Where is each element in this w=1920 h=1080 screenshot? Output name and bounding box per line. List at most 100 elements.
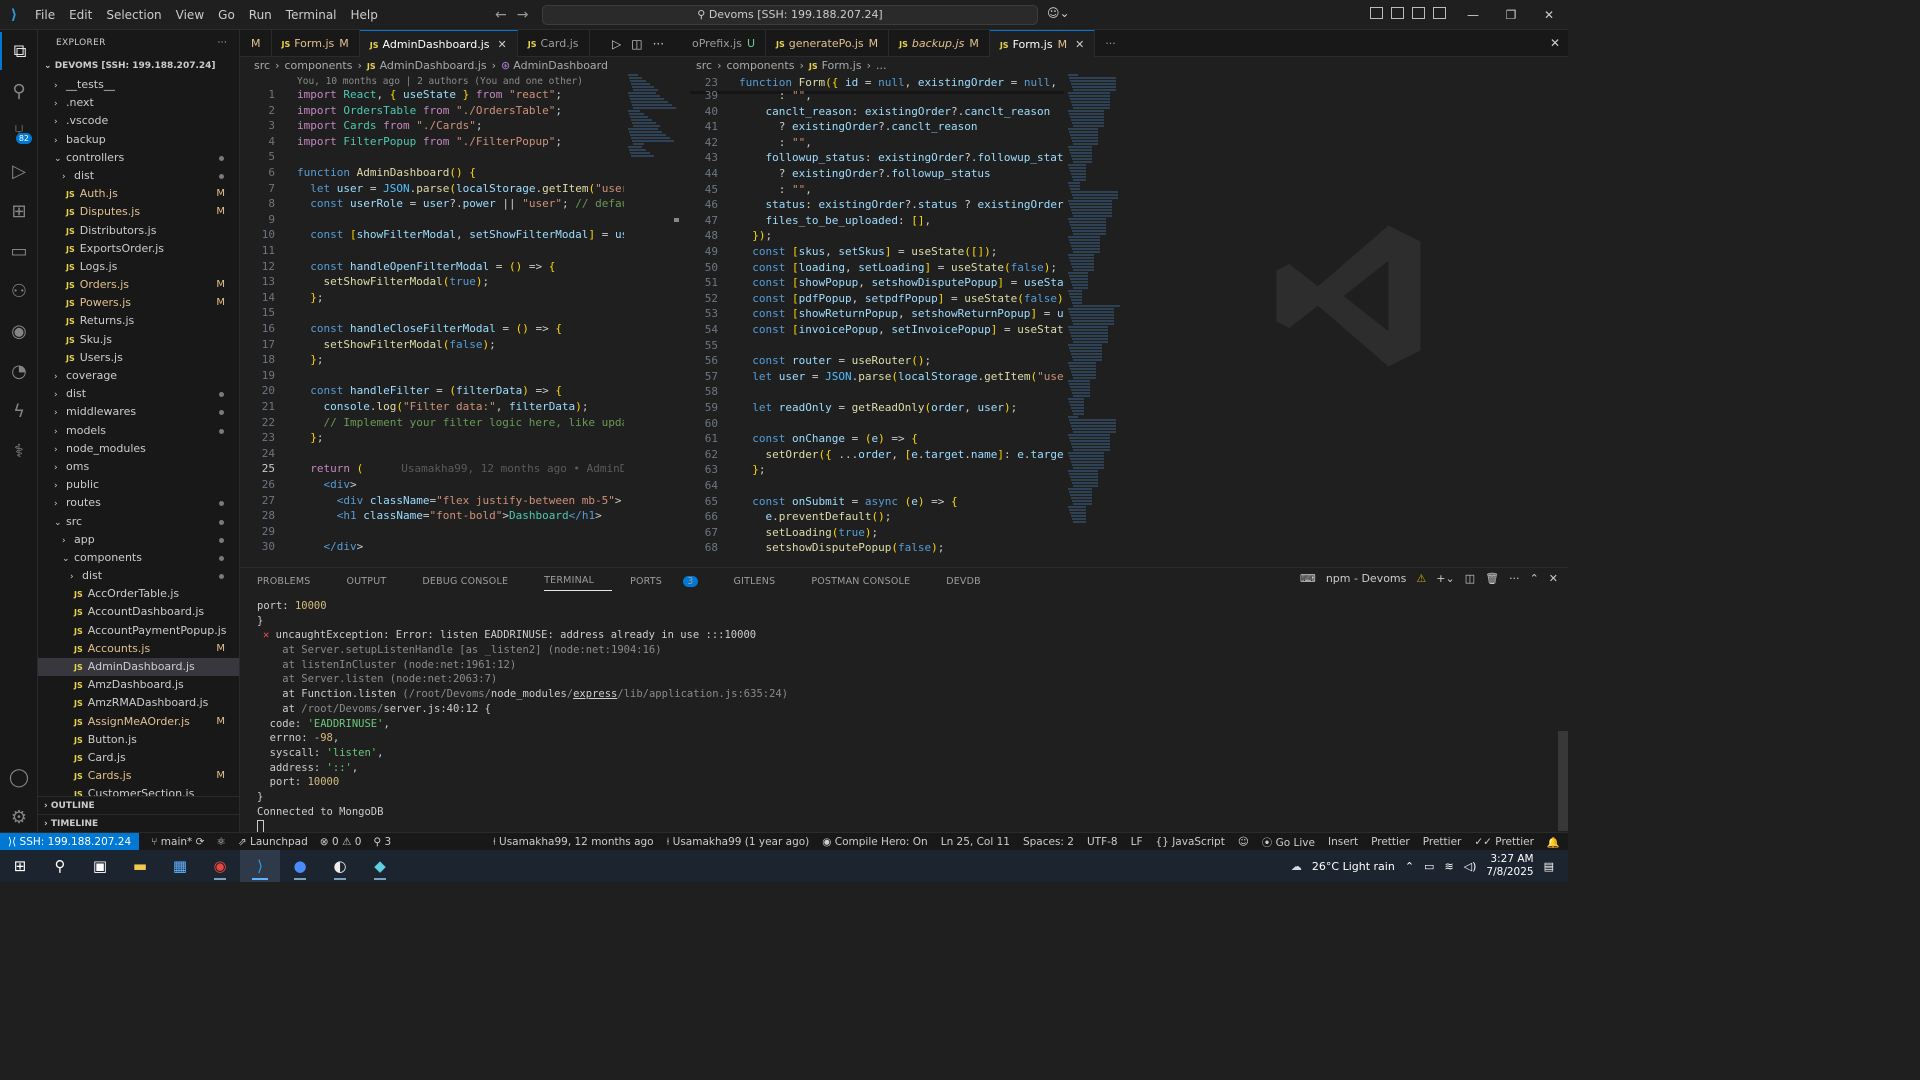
run-debug-icon[interactable]: ▷: [0, 152, 38, 190]
code-line[interactable]: setshowDisputePopup(false);: [739, 541, 945, 554]
zoom-icon[interactable]: ●: [280, 850, 320, 882]
file-item[interactable]: JS AmzRMADashboard.js: [38, 694, 239, 712]
terminal-scrollbar[interactable]: [1558, 731, 1568, 831]
code-line[interactable]: let readOnly = getReadOnly(order, user);: [739, 401, 1017, 414]
file-item[interactable]: JS Distributors.js: [38, 222, 239, 240]
extensions-icon[interactable]: ⊞: [0, 192, 38, 230]
windows-start-icon[interactable]: ⊞: [0, 850, 40, 882]
code-line[interactable]: followup_status: existingOrder?.followup…: [739, 151, 1065, 164]
encoding[interactable]: UTF-8: [1087, 836, 1118, 848]
weather-icon[interactable]: ☁: [1291, 860, 1302, 873]
menu-go[interactable]: Go: [211, 0, 242, 30]
code-line[interactable]: </div>: [297, 540, 364, 553]
panel-tab-ports[interactable]: PORTS 3: [630, 575, 715, 587]
weather-label[interactable]: 26°C Light rain: [1312, 860, 1395, 873]
line-ending[interactable]: LF: [1131, 836, 1143, 848]
file-item[interactable]: JS Orders.js M: [38, 276, 239, 294]
code-line[interactable]: setShowFilterModal(false);: [297, 338, 496, 351]
more-actions-icon[interactable]: ···: [1509, 572, 1520, 585]
app-icon[interactable]: ◐: [320, 850, 360, 882]
code-line[interactable]: const [skus, setSkus] = useState([]);: [739, 245, 997, 258]
notification-center-icon[interactable]: ▤: [1544, 860, 1554, 873]
folder-item[interactable]: › backup: [38, 131, 239, 149]
menu-help[interactable]: Help: [344, 0, 385, 30]
blame-line-item[interactable]: ⍿ Usamakha99, 12 months ago: [493, 836, 654, 849]
split-editor-icon[interactable]: ◫: [631, 37, 642, 51]
toggle-secondary-sidebar-icon[interactable]: [1433, 7, 1446, 19]
code-line[interactable]: };: [297, 291, 323, 304]
python-icon[interactable]: ⚕: [0, 432, 38, 470]
more-actions-icon[interactable]: ···: [653, 37, 664, 51]
files-icon[interactable]: ⧉: [0, 32, 38, 70]
panel-tab-output[interactable]: OUTPUT: [346, 576, 404, 587]
editor-tab[interactable]: JS AdminDashboard.js ✕: [359, 30, 518, 57]
code-line[interactable]: ? existingOrder?.followup_status: [739, 167, 991, 180]
forward-arrow-icon[interactable]: →: [517, 7, 529, 23]
prettier-item-3[interactable]: ✓✓ Prettier: [1474, 836, 1534, 848]
task-view-icon[interactable]: ▣: [80, 850, 120, 882]
trash-icon[interactable]: 🗑: [1485, 572, 1499, 585]
code-line[interactable]: const [showPopup, setshowDisputePopup] =…: [739, 276, 1064, 289]
minimap-left[interactable]: [628, 74, 676, 174]
file-item[interactable]: JS Logs.js: [38, 258, 239, 276]
code-line[interactable]: const router = useRouter();: [739, 354, 931, 367]
timeline-section[interactable]: › TIMELINE: [38, 814, 239, 832]
folder-item[interactable]: ⌄ components: [38, 549, 239, 567]
file-item[interactable]: JS AccountPaymentPopup.js: [38, 622, 239, 640]
code-line[interactable]: const onChange = (e) => {: [739, 432, 918, 445]
code-line[interactable]: import React, { useState } from "react";: [297, 88, 562, 101]
close-group-icon[interactable]: ✕: [1550, 36, 1560, 50]
prettier-item-1[interactable]: Prettier: [1371, 836, 1410, 848]
menu-run[interactable]: Run: [242, 0, 279, 30]
breadcrumb-item[interactable]: Form.js: [822, 59, 862, 72]
code-line[interactable]: canclt_reason: existingOrder?.canclt_rea…: [739, 105, 1051, 118]
source-control-icon[interactable]: ⑂ 82: [0, 112, 38, 150]
wifi-icon[interactable]: ≋: [1444, 860, 1453, 873]
file-explorer-icon[interactable]: ▬: [120, 850, 160, 882]
code-line[interactable]: ? existingOrder?.canclt_reason: [739, 120, 978, 133]
volume-icon[interactable]: ◁): [1464, 860, 1477, 873]
language-mode[interactable]: {} JavaScript: [1156, 836, 1225, 848]
editor-tab[interactable]: oPrefix.js U: [682, 30, 767, 57]
file-item[interactable]: JS Sku.js: [38, 331, 239, 349]
git-graph-icon[interactable]: ⚛: [216, 836, 225, 848]
editor-tab[interactable]: M: [240, 30, 272, 57]
copilot-status-icon[interactable]: ☺: [1238, 836, 1249, 848]
code-line[interactable]: files_to_be_uploaded: [],: [739, 214, 932, 227]
remote-indicator[interactable]: ⟩⟨ SSH: 199.188.207.24: [0, 832, 140, 851]
editor-tab[interactable]: JS Form.js M ✕: [989, 30, 1096, 57]
code-line[interactable]: <h1 className="font-bold">Dashboard</h1>: [297, 509, 602, 522]
terminal-path[interactable]: node_modules: [491, 688, 567, 700]
menu-file[interactable]: File: [28, 0, 62, 30]
file-item[interactable]: JS AdminDashboard.js: [38, 658, 239, 677]
customize-layout-icon[interactable]: [1370, 7, 1383, 19]
app2-icon[interactable]: ◆: [360, 850, 400, 882]
code-line[interactable]: const [showReturnPopup, setshowReturnPop…: [739, 307, 1064, 320]
code-line[interactable]: : "",: [739, 183, 812, 196]
battery-icon[interactable]: ▭: [1424, 860, 1434, 873]
terminal-link[interactable]: express: [573, 688, 617, 700]
code-line[interactable]: function AdminDashboard() {: [297, 166, 476, 179]
minimap-right[interactable]: [1068, 74, 1120, 534]
launchpad-item[interactable]: ⇗ Launchpad: [238, 836, 308, 848]
file-item[interactable]: JS Powers.js M: [38, 294, 239, 312]
code-line[interactable]: const [invoicePopup, setInvoicePopup] = …: [739, 323, 1064, 336]
editor-tab[interactable]: JS generatePo.js M: [766, 30, 890, 57]
file-item[interactable]: JS Users.js: [38, 349, 239, 367]
file-item[interactable]: JS AmzDashboard.js: [38, 676, 239, 694]
terminal-name[interactable]: npm - Devoms: [1326, 572, 1407, 585]
toggle-panel-icon[interactable]: [1412, 7, 1425, 19]
search-icon[interactable]: ⚲: [0, 72, 38, 110]
folder-item[interactable]: › dist: [38, 385, 239, 403]
code-line[interactable]: const [showFilterModal, setShowFilterMod…: [297, 228, 624, 241]
vscode-icon[interactable]: ⟩: [240, 850, 280, 882]
codelens-blame[interactable]: You, 10 months ago | 2 authors (You and …: [297, 76, 583, 87]
panel-tab-devdb[interactable]: DEVDB: [946, 576, 999, 587]
back-arrow-icon[interactable]: ←: [495, 7, 507, 23]
outline-section[interactable]: › OUTLINE: [38, 796, 239, 814]
code-line[interactable]: let user = JSON.parse(localStorage.getIt…: [739, 370, 1064, 383]
breadcrumb-item[interactable]: components: [284, 59, 352, 72]
file-item[interactable]: JS AssignMeAOrder.js M: [38, 713, 239, 731]
breadcrumb-item[interactable]: src: [254, 59, 270, 72]
ports-item[interactable]: ⚲ 3: [373, 836, 391, 848]
